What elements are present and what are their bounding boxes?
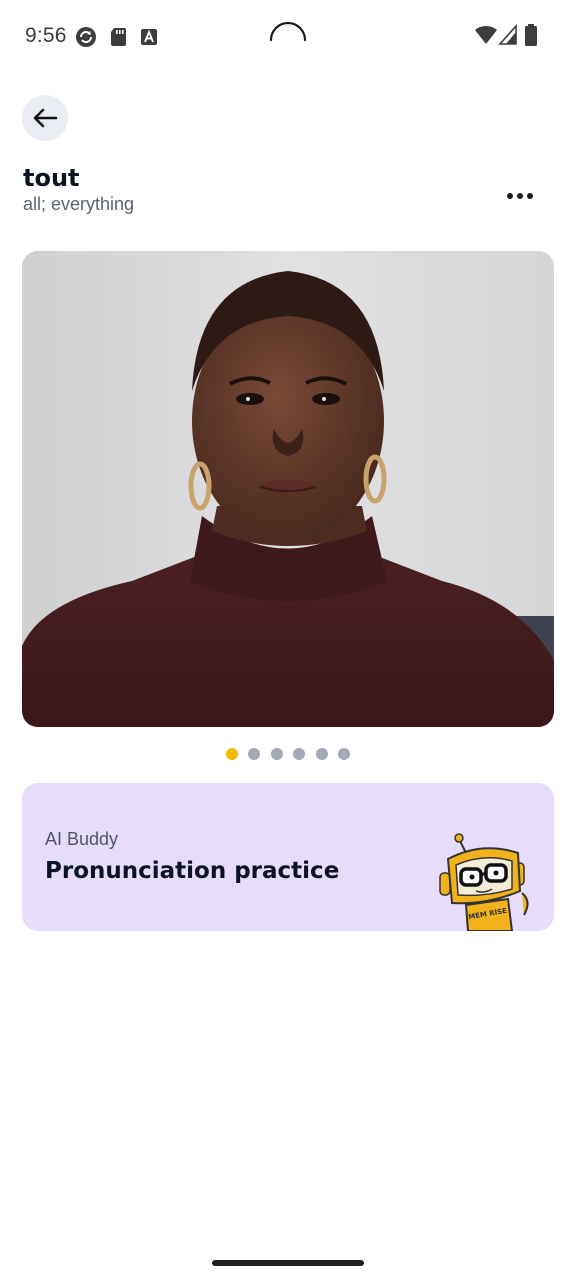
video-player[interactable]: [22, 251, 554, 727]
pagination-dot-1[interactable]: [225, 748, 238, 760]
more-options-button[interactable]: [500, 180, 540, 212]
pagination-dot-5[interactable]: [315, 748, 328, 760]
battery-icon: [525, 24, 537, 46]
video-thumbnail: [22, 251, 554, 727]
pagination-dot-6[interactable]: [338, 748, 351, 760]
word-translation: all; everything: [23, 194, 135, 214]
home-indicator[interactable]: [212, 1260, 364, 1266]
ai-buddy-card[interactable]: AI Buddy Pronunciation practice MEM RISE: [22, 783, 554, 931]
more-horizontal-icon: [507, 193, 533, 199]
back-button[interactable]: [22, 95, 68, 141]
cell-signal-icon: [498, 24, 517, 45]
ai-buddy-label: AI Buddy: [45, 829, 119, 849]
status-time: 9:56: [25, 24, 67, 47]
sd-card-icon: [111, 28, 126, 46]
word-title: tout: [23, 164, 80, 192]
pagination-dot-2[interactable]: [248, 748, 261, 760]
video-pagination: [0, 748, 576, 760]
pronunciation-practice-title: Pronunciation practice: [45, 858, 340, 884]
font-a-icon: [141, 29, 157, 45]
pagination-dot-3[interactable]: [270, 748, 283, 760]
status-bar: 9:56: [0, 0, 576, 72]
sync-app-icon: [76, 27, 96, 47]
arrow-left-icon: [33, 108, 58, 128]
wifi-icon: [475, 25, 497, 44]
robot-mascot-icon: MEM RISE: [439, 833, 529, 931]
pagination-dot-4[interactable]: [293, 748, 306, 760]
loading-spinner-icon: [269, 21, 307, 42]
